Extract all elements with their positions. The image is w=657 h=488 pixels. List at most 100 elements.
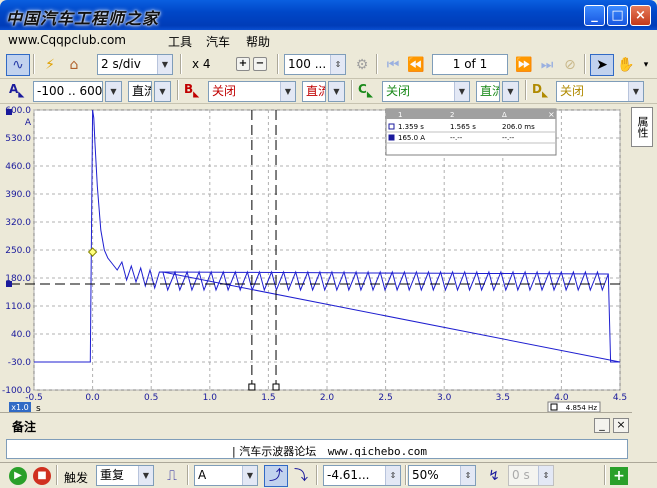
channel-b-coupling[interactable]: 直流 <box>302 81 326 102</box>
measurement-cell: 206.0 ms <box>502 123 535 131</box>
measurement-cell: 1.565 s <box>450 123 476 131</box>
channel-c-label: C◣ <box>358 82 373 99</box>
channel-c-coupling-dropdown[interactable]: ▼ <box>502 81 519 102</box>
rising-edge-icon[interactable]: ⤴ <box>264 465 288 487</box>
prev-page-icon[interactable]: ⏪ <box>404 54 428 76</box>
menu-tools[interactable]: 工具 <box>168 33 192 50</box>
menu-help[interactable]: 帮助 <box>246 33 270 50</box>
chevron-down-icon: ▼ <box>242 466 257 485</box>
y-tick-label: 250.0 <box>5 246 31 256</box>
hand-tool-icon[interactable]: ✋ <box>614 54 638 76</box>
chevron-down-icon: ▼ <box>503 82 518 101</box>
channel-b-label: B◣ <box>184 82 200 99</box>
stop-icon[interactable]: ■ <box>33 467 51 485</box>
text-cursor: | <box>232 445 236 458</box>
page-value: 1 of 1 <box>452 57 488 71</box>
add-measurement-icon[interactable]: + <box>610 467 628 485</box>
pointer-tool-icon[interactable]: ➤ <box>590 54 614 76</box>
chevron-down-icon: ▼ <box>454 82 469 101</box>
samples-select[interactable]: 100 ... ⇕ <box>284 54 346 75</box>
trigger-source-select[interactable]: A ▼ <box>194 465 258 486</box>
spin-icon: ⇕ <box>330 55 345 74</box>
x-tick-label: 3.0 <box>437 393 452 403</box>
channel-a-label: A◣ <box>9 82 25 99</box>
reference-marker[interactable] <box>6 281 12 287</box>
channel-b-coupling-dropdown[interactable]: ▼ <box>328 81 345 102</box>
notes-textbox[interactable]: | 汽车示波器论坛 www.qichebo.com <box>6 439 628 459</box>
channel-d-label: D◣ <box>532 82 549 99</box>
trigger-mode-select[interactable]: 重复 ▼ <box>96 465 154 486</box>
chevron-down-icon: ▼ <box>329 82 344 101</box>
y-tick-label: 390.0 <box>5 190 31 200</box>
x-tick-label: 2.0 <box>320 393 335 403</box>
next-page-icon[interactable]: ⏩ <box>512 54 536 76</box>
delay-input[interactable]: 0 s ⇕ <box>508 465 554 486</box>
zoom-out-button[interactable]: − <box>253 57 267 71</box>
channel-a-range[interactable]: -100 .. 600 A <box>33 81 103 102</box>
zoom-value: x 4 <box>192 57 211 71</box>
channel-c-coupling-value: 直流 <box>480 84 499 98</box>
scope-mode-icon[interactable]: ∿ <box>6 54 30 76</box>
spin-icon: ⇕ <box>385 466 400 485</box>
measurement-close-icon[interactable]: × <box>548 110 555 119</box>
auto-setup-icon[interactable]: ⚡ <box>38 54 62 76</box>
trigger-edge-icon[interactable]: ⎍ <box>160 465 184 487</box>
start-icon[interactable]: ▶ <box>9 467 27 485</box>
disabled-tool-icon[interactable]: ⊘ <box>558 54 582 76</box>
samples-value: 100 ... <box>288 57 327 71</box>
delay-value: 0 s <box>512 468 530 482</box>
notes-close-button[interactable]: × <box>613 418 629 433</box>
channel-d-range[interactable]: 关闭 ▼ <box>556 81 644 102</box>
menu-file[interactable]: www.Cqqpclub.com <box>8 33 126 47</box>
x-tick-label: 3.5 <box>496 393 510 403</box>
notes-text: 汽车示波器论坛 <box>239 445 317 458</box>
timebase-value: 2 s/div <box>101 57 141 71</box>
measurement-col-header: Δ <box>502 111 507 119</box>
x-tick-label: 0.0 <box>85 393 100 403</box>
x-multiplier-label: x1.0 <box>11 403 28 412</box>
zoom-in-button[interactable]: + <box>236 57 250 71</box>
maximize-button[interactable]: □ <box>607 5 628 26</box>
channel-a-range-dropdown[interactable]: ▼ <box>105 81 122 102</box>
y-tick-label: 110.0 <box>5 302 31 312</box>
menu-bar: www.Cqqpclub.com 工具 汽车 帮助 <box>0 30 657 51</box>
close-button[interactable]: × <box>630 5 651 26</box>
chevron-down-icon: ▼ <box>138 466 153 485</box>
first-page-icon[interactable]: ⏮ <box>381 54 405 76</box>
home-icon[interactable]: ⌂ <box>62 54 86 76</box>
pretrigger-input[interactable]: 50% ⇕ <box>408 465 476 486</box>
minimize-button[interactable]: _ <box>584 5 605 26</box>
channel-a-coupling-dropdown[interactable]: ▼ <box>154 81 171 102</box>
menu-car[interactable]: 汽车 <box>206 33 230 50</box>
trigger-mode-value: 重复 <box>100 468 125 482</box>
trigger-source-value: A <box>198 468 207 482</box>
delay-icon[interactable]: ↯ <box>482 465 506 487</box>
x-tick-label: 2.5 <box>378 393 392 403</box>
timebase-select[interactable]: 2 s/div ▼ <box>97 54 173 75</box>
channel-a-coupling[interactable]: 直流 <box>128 81 152 102</box>
channel-a-coupling-value: 直流 <box>132 84 151 98</box>
channel-c-coupling[interactable]: 直流 <box>476 81 500 102</box>
spin-icon: ⇕ <box>538 466 553 485</box>
trigger-level-value: -4.61... <box>327 468 370 482</box>
y-axis-unit: A <box>25 118 32 128</box>
x-tick-label: -0.5 <box>25 393 43 403</box>
waveform-chart[interactable]: 600.0530.0460.0390.0320.0250.0180.0110.0… <box>0 104 630 414</box>
notes-minimize-button[interactable]: _ <box>594 418 610 433</box>
toolbar-overflow-icon[interactable]: ▾ <box>638 54 654 76</box>
last-page-icon[interactable]: ⏭ <box>535 54 559 76</box>
time-cursor-handle-1[interactable] <box>248 383 256 391</box>
title-bar: 中国汽车工程师之家 _ □ × <box>0 0 657 30</box>
channel-c-range[interactable]: 关闭 ▼ <box>382 81 470 102</box>
x-tick-label: 1.0 <box>203 393 218 403</box>
falling-edge-icon[interactable]: ⤵ <box>289 465 313 487</box>
chevron-down-icon: ▼ <box>280 82 295 101</box>
properties-tab[interactable]: 属性 <box>631 107 653 147</box>
channel-b-range[interactable]: 关闭 ▼ <box>208 81 296 102</box>
scope-view: 600.0 530.0 460.0 390.0 320.0 250.0 180.0 110.0… <box>0 104 630 414</box>
notes-url: www.qichebo.com <box>327 445 428 458</box>
time-cursor-handle-2[interactable] <box>272 383 280 391</box>
notes-panel: 备注 _ × | 汽车示波器论坛 www.qichebo.com <box>0 412 632 462</box>
settings-icon[interactable]: ⚙ <box>350 54 374 76</box>
trigger-level-input[interactable]: -4.61... ⇕ <box>323 465 401 486</box>
